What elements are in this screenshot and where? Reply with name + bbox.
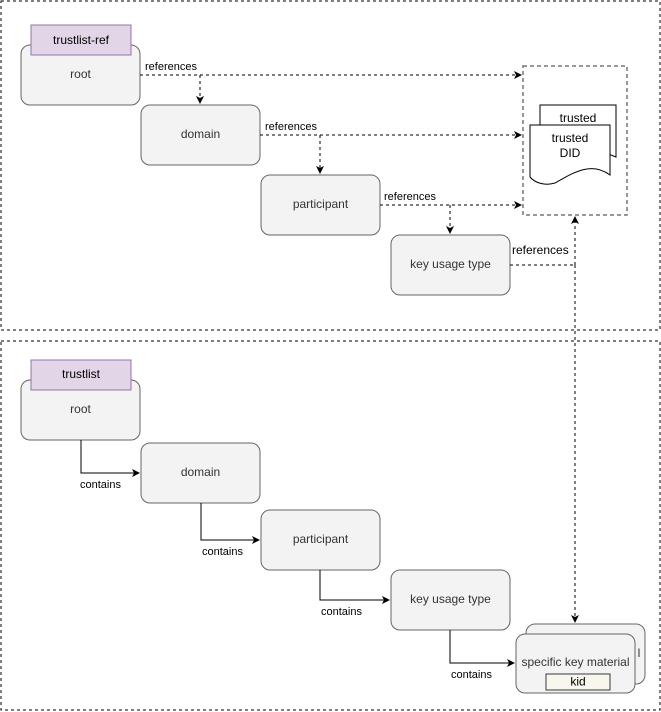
trusted-did-doc[interactable]: trusted DID — [529, 124, 611, 185]
trustlist-ref-label: trustlist-ref — [53, 33, 110, 47]
trusted-did-line1: trusted — [552, 131, 589, 145]
bottom-domain-node[interactable]: domain — [140, 442, 261, 504]
kid-label: kid — [570, 675, 585, 689]
trustlist-diagram: root trustlist-ref domain participant ke… — [0, 0, 661, 711]
edge-participant-contains-key-usage-type: contains — [319, 570, 390, 618]
top-participant-label: participant — [293, 197, 349, 211]
edge-label-references: references — [512, 243, 569, 257]
edge-label-contains: contains — [321, 606, 362, 618]
top-key-usage-type-label: key usage type — [410, 257, 491, 271]
key-material-back-label: l — [638, 646, 641, 660]
edge-label-contains: contains — [451, 669, 492, 681]
trustlist-ref-tag: trustlist-ref — [30, 24, 132, 56]
edge-key-usage-type-references: references — [510, 243, 575, 266]
edge-root-references: references — [140, 61, 522, 104]
top-domain-label: domain — [181, 127, 220, 141]
bottom-key-usage-type-label: key usage type — [410, 592, 491, 606]
edge-label-references: references — [145, 61, 197, 73]
edge-label-references: references — [265, 121, 317, 133]
top-root-label: root — [70, 67, 91, 81]
edge-participant-references: references — [380, 191, 522, 234]
edge-label-contains: contains — [202, 546, 243, 558]
edge-label-references: references — [384, 191, 436, 203]
edge-domain-contains-participant: contains — [200, 503, 260, 558]
trustlist-label: trustlist — [62, 367, 101, 381]
bottom-participant-label: participant — [293, 532, 349, 546]
bottom-participant-node[interactable]: participant — [260, 509, 381, 571]
edge-root-contains-domain: contains — [80, 440, 140, 491]
top-domain-node[interactable]: domain — [140, 104, 261, 166]
trusted-did-line2: DID — [560, 146, 581, 160]
trusted-doc-back-label: trusted — [560, 111, 597, 125]
bottom-key-usage-type-node[interactable]: key usage type — [390, 569, 511, 631]
specific-key-material-label: specific key material — [521, 655, 629, 669]
bottom-root-label: root — [70, 402, 91, 416]
top-key-usage-type-node[interactable]: key usage type — [390, 234, 511, 296]
edge-domain-references: references — [260, 121, 522, 174]
top-participant-node[interactable]: participant — [260, 174, 381, 236]
specific-key-material-node[interactable]: specific key material kid — [515, 633, 636, 694]
trustlist-tag: trustlist — [30, 359, 132, 391]
edge-label-contains: contains — [80, 479, 121, 491]
bottom-domain-label: domain — [181, 465, 220, 479]
edge-key-usage-type-contains-key-material: contains — [449, 630, 515, 681]
